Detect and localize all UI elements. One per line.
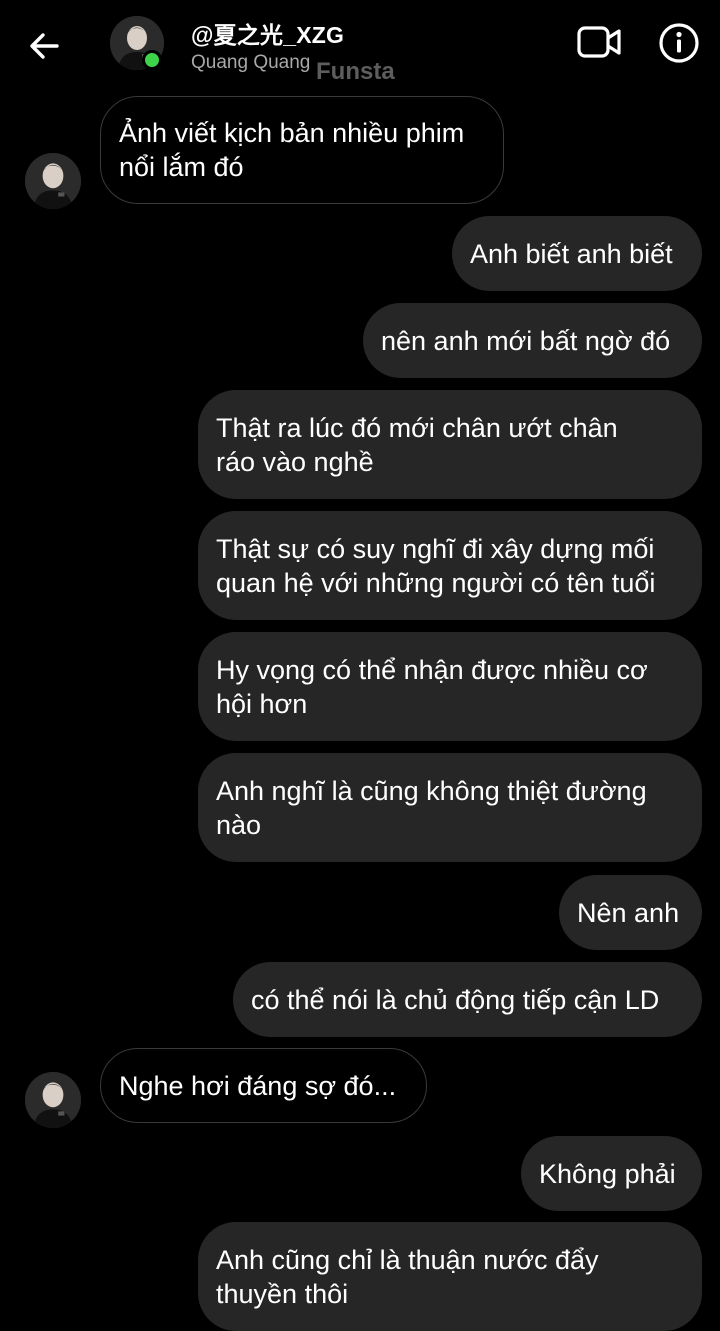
contact-name: Quang Quang	[191, 52, 311, 73]
avatar-photo	[25, 1072, 81, 1128]
sender-avatar[interactable]	[25, 153, 81, 209]
video-call-button[interactable]	[574, 20, 624, 64]
incoming-message[interactable]: Ảnh viết kịch bản nhiều phim nổi lắm đó	[100, 96, 504, 204]
outgoing-message[interactable]: Thật sự có suy nghĩ đi xây dựng mối quan…	[198, 511, 702, 620]
outgoing-message[interactable]: Không phải	[521, 1136, 702, 1211]
outgoing-message[interactable]: Anh nghĩ là cũng không thiệt đường nào	[198, 753, 702, 862]
outgoing-message[interactable]: có thể nói là chủ động tiếp cận LD	[233, 962, 702, 1037]
info-circle-icon	[659, 23, 699, 63]
outgoing-message[interactable]: Anh biết anh biết	[452, 216, 702, 291]
outgoing-message[interactable]: Thật ra lúc đó mới chân ướt chân ráo vào…	[198, 390, 702, 499]
avatar-photo	[25, 153, 81, 209]
online-status-indicator	[142, 50, 162, 70]
arrow-left-icon	[30, 33, 59, 59]
chat-header: @夏之光_XZG Quang Quang Funsta	[0, 0, 720, 90]
video-camera-icon	[577, 26, 621, 58]
outgoing-message[interactable]: Hy vọng có thể nhận được nhiều cơ hội hơ…	[198, 632, 702, 741]
sender-avatar[interactable]	[25, 1072, 81, 1128]
back-button[interactable]	[22, 24, 66, 68]
info-button[interactable]	[656, 20, 702, 66]
watermark: Funsta	[316, 58, 395, 85]
contact-handle[interactable]: @夏之光_XZG	[191, 16, 344, 50]
outgoing-message[interactable]: Nên anh	[559, 875, 702, 950]
incoming-message[interactable]: Nghe hơi đáng sợ đó...	[100, 1048, 427, 1123]
outgoing-message[interactable]: nên anh mới bất ngờ đó	[363, 303, 702, 378]
outgoing-message[interactable]: Anh cũng chỉ là thuận nước đẩy thuyền th…	[198, 1222, 702, 1331]
